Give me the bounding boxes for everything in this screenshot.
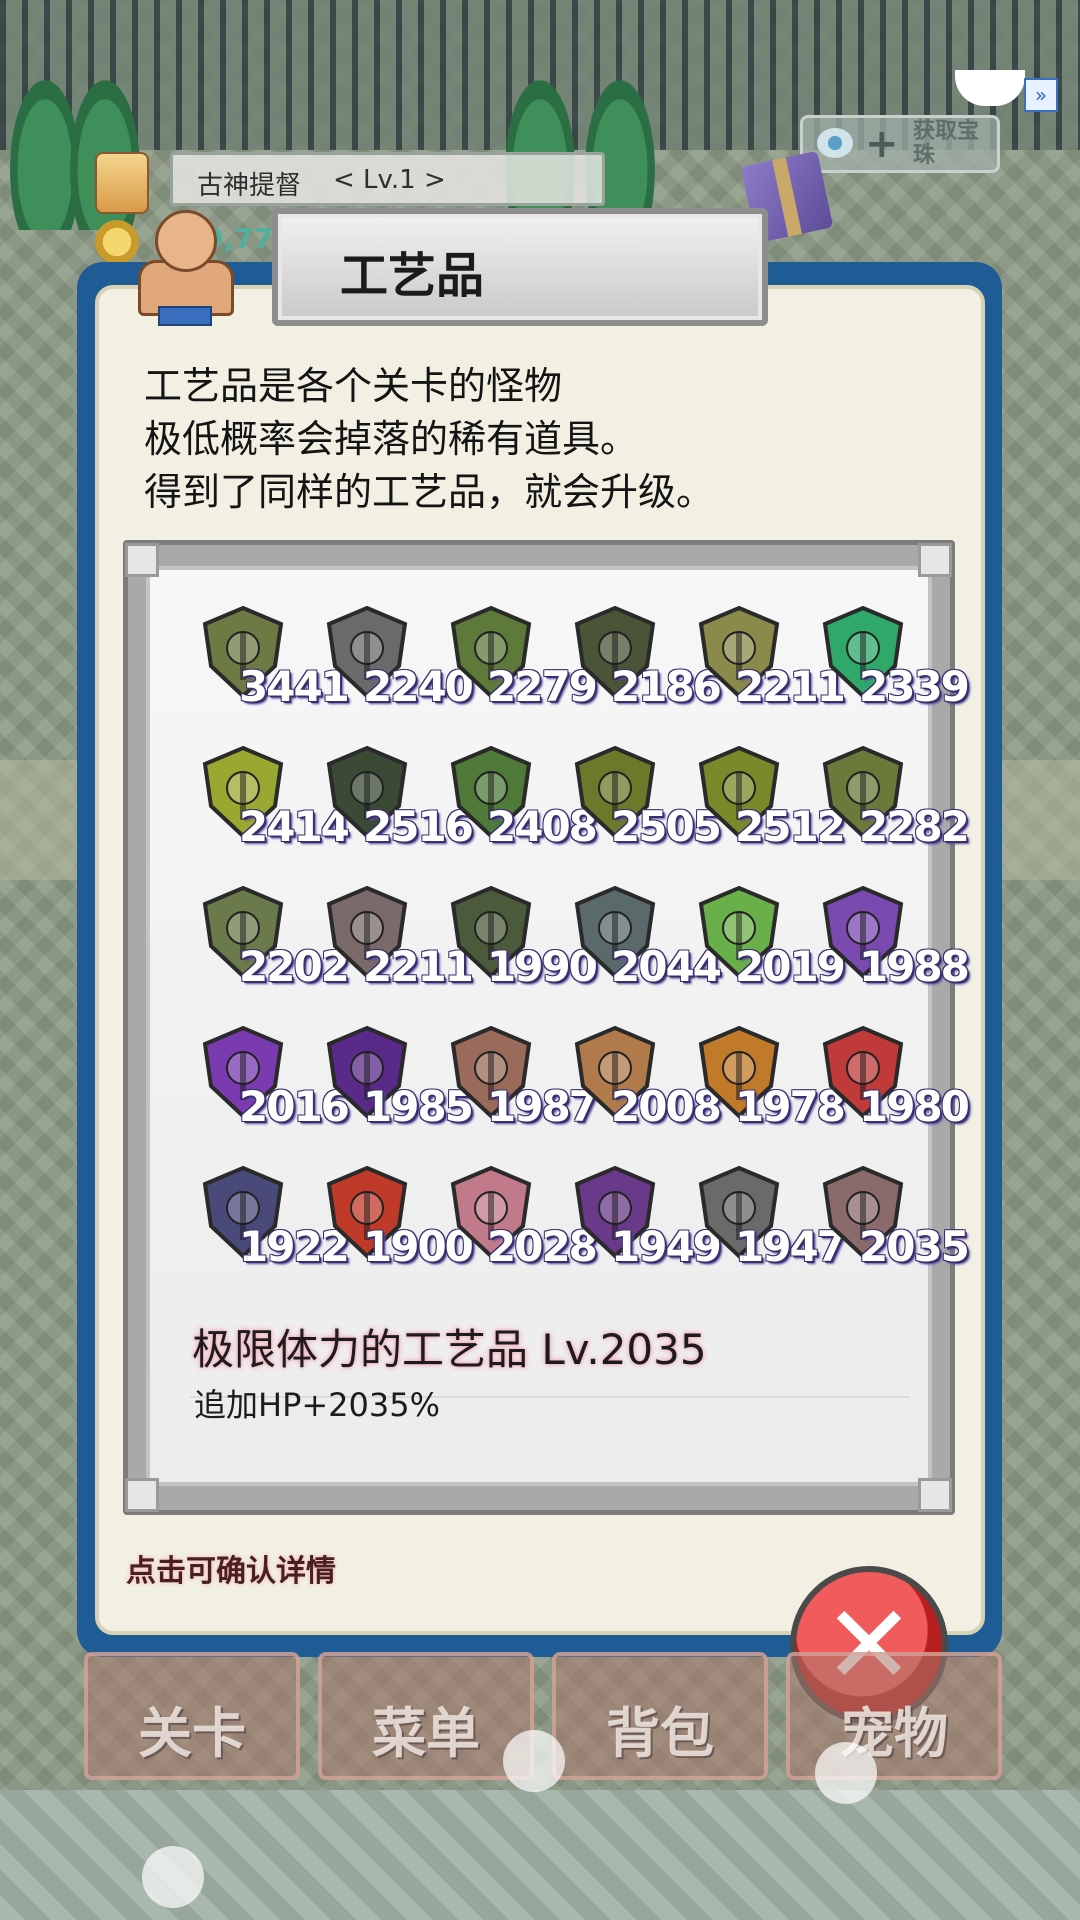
player-level: < Lv.1 > <box>333 165 446 195</box>
artifact-level: 1988 <box>859 942 970 991</box>
nav-label: 关卡 <box>138 1702 246 1765</box>
artifact-item[interactable]: 1980 <box>795 1024 970 1144</box>
artifact-item[interactable]: 1988 <box>795 884 970 1004</box>
artifact-item[interactable]: 3441 <box>175 604 350 724</box>
description-line: 工艺品是各个关卡的怪物 <box>144 364 563 408</box>
nav-menu-button[interactable]: 菜单 <box>318 1652 534 1780</box>
touch-indicator <box>503 1730 565 1792</box>
get-gems-button[interactable]: + 获取宝珠 <box>800 115 1000 173</box>
fast-forward-icon[interactable]: » <box>1024 78 1058 112</box>
touch-indicator <box>142 1846 204 1908</box>
artifact-item[interactable]: 2516 <box>299 744 474 864</box>
panel-corner <box>918 1478 952 1512</box>
artifact-item[interactable]: 1922 <box>175 1164 350 1284</box>
panel-corner <box>918 543 952 577</box>
artifact-item[interactable]: 2408 <box>423 744 598 864</box>
artifact-item[interactable]: 1900 <box>299 1164 474 1284</box>
artifact-item[interactable]: 2414 <box>175 744 350 864</box>
artifact-item[interactable]: 2028 <box>423 1164 598 1284</box>
artifact-item[interactable]: 1947 <box>671 1164 846 1284</box>
player-name: 古神提督 <box>197 171 302 201</box>
nav-bag-button[interactable]: 背包 <box>552 1652 768 1780</box>
artifact-item[interactable]: 2240 <box>299 604 474 724</box>
player-avatar-icon[interactable] <box>95 152 149 214</box>
artifact-item[interactable]: 2016 <box>175 1024 350 1144</box>
description-line: 极低概率会掉落的稀有道具。 <box>144 417 639 461</box>
artifact-item[interactable]: 2186 <box>547 604 722 724</box>
detail-hint: 点击可确认详情 <box>126 1554 336 1589</box>
artifact-item[interactable]: 1990 <box>423 884 598 1004</box>
artifact-item[interactable]: 1985 <box>299 1024 474 1144</box>
artifact-item[interactable]: 2202 <box>175 884 350 1004</box>
artifact-item[interactable]: 1987 <box>423 1024 598 1144</box>
artifact-item[interactable]: 2279 <box>423 604 598 724</box>
artifact-item[interactable]: 2505 <box>547 744 722 864</box>
npc-portrait-icon <box>130 210 235 326</box>
nav-label: 菜单 <box>372 1702 480 1765</box>
artifact-item[interactable]: 1949 <box>547 1164 722 1284</box>
artifact-item[interactable]: 1978 <box>671 1024 846 1144</box>
dialog-description: 工艺品是各个关卡的怪物 极低概率会掉落的稀有道具。 得到了同样的工艺品，就会升级… <box>144 360 924 519</box>
artifact-item[interactable]: 2008 <box>547 1024 722 1144</box>
artifact-level: 2282 <box>859 802 970 851</box>
artifact-item[interactable]: 2211 <box>299 884 474 1004</box>
artifact-item[interactable]: 2211 <box>671 604 846 724</box>
artifact-item[interactable]: 2282 <box>795 744 970 864</box>
panel-corner <box>125 1478 159 1512</box>
get-gems-label: 获取宝珠 <box>913 119 980 168</box>
artifact-level: 1980 <box>859 1082 970 1131</box>
player-info-bar[interactable]: 古神提督 < Lv.1 > <box>170 152 605 206</box>
panel-corner <box>125 543 159 577</box>
artifact-level: 2035 <box>859 1222 970 1271</box>
artifact-item[interactable]: 2044 <box>547 884 722 1004</box>
artifact-item[interactable]: 2019 <box>671 884 846 1004</box>
artifact-item[interactable]: 2512 <box>671 744 846 864</box>
selected-artifact-effect: 追加HP+2035% <box>194 1386 441 1424</box>
artifact-item[interactable]: 2035 <box>795 1164 970 1284</box>
selected-artifact-name: 极限体力的工艺品 Lv.2035 <box>192 1325 707 1374</box>
plus-icon: + <box>865 121 899 167</box>
eye-icon <box>817 128 853 158</box>
artifact-item[interactable]: 2339 <box>795 604 970 724</box>
description-line: 得到了同样的工艺品，就会升级。 <box>144 470 715 514</box>
nav-label: 背包 <box>606 1702 714 1765</box>
nav-stages-button[interactable]: 关卡 <box>84 1652 300 1780</box>
artifact-level: 2339 <box>859 662 970 711</box>
touch-indicator <box>815 1742 877 1804</box>
dialog-title: 工艺品 <box>340 248 485 304</box>
dialog-title-plate: 工艺品 <box>272 208 768 326</box>
